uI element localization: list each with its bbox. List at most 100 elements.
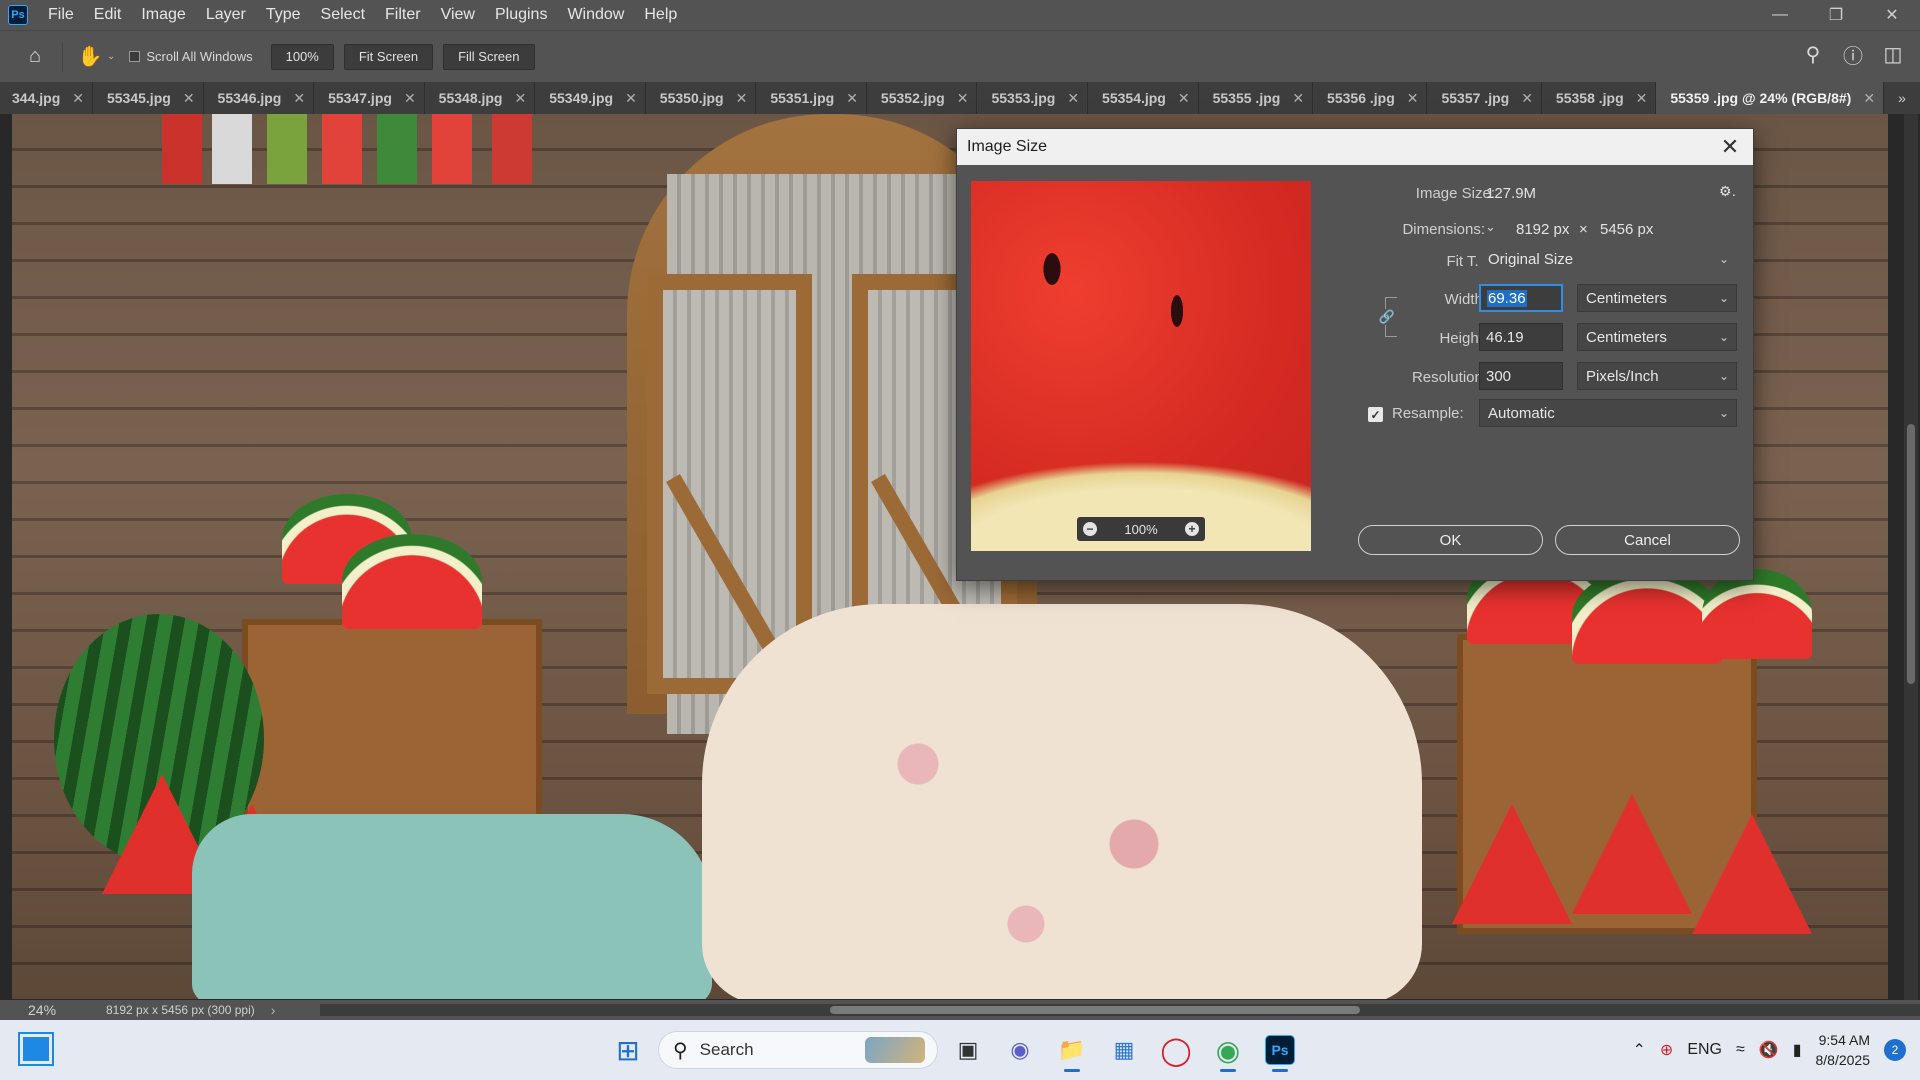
close-tab-icon[interactable]: ✕ [1636,90,1648,107]
close-icon[interactable]: ✕ [1864,0,1920,30]
zoom-100-button[interactable]: 100% [270,43,334,70]
scrollbar-thumb[interactable] [1907,424,1915,684]
volume-icon[interactable]: 🔇 [1759,1040,1779,1060]
task-view-icon[interactable]: ▣ [946,1028,990,1072]
language-indicator[interactable]: ENG [1687,1041,1722,1059]
store-icon[interactable]: ▦ [1102,1028,1146,1072]
vertical-scrollbar[interactable] [1904,114,1918,1000]
close-tab-icon[interactable]: ✕ [1521,90,1533,107]
close-tab-icon[interactable]: ✕ [515,90,527,107]
search-box[interactable]: ⚲ Search [658,1031,938,1069]
menu-layer[interactable]: Layer [196,6,256,24]
tab-document[interactable]: 55355 .jpg ✕ [1199,82,1314,114]
tab-document[interactable]: 55358 .jpg ✕ [1542,82,1657,114]
battery-icon[interactable]: ▮ [1793,1040,1802,1060]
close-tab-icon[interactable]: ✕ [1407,90,1419,107]
width-unit-select[interactable]: Centimeters ⌄ [1577,284,1737,312]
horizontal-scrollbar[interactable] [320,1004,1920,1016]
chevron-up-icon[interactable]: ⌃ [1633,1040,1646,1060]
fit-screen-button[interactable]: Fit Screen [343,43,434,70]
tab-document[interactable]: 344.jpg ✕ [0,82,93,114]
menu-file[interactable]: File [38,6,84,24]
close-tab-icon[interactable]: ✕ [183,90,195,107]
tab-document-active[interactable]: 55359 .jpg @ 24% (RGB/8#) ✕ [1656,82,1885,114]
resolution-input[interactable]: 300 [1479,362,1563,390]
restore-icon[interactable]: ❐ [1808,0,1864,30]
tab-document[interactable]: 55348.jpg ✕ [425,82,536,114]
file-explorer-icon[interactable]: 📁 [1050,1028,1094,1072]
zoom-out-icon[interactable]: − [1083,522,1097,536]
width-input[interactable]: 69.36 [1479,284,1563,312]
menu-select[interactable]: Select [311,6,375,24]
tab-document[interactable]: 55346.jpg ✕ [204,82,315,114]
photoshop-icon[interactable]: Ps [1258,1028,1302,1072]
menu-edit[interactable]: Edit [84,6,132,24]
resolution-unit-select[interactable]: Pixels/Inch ⌄ [1577,362,1737,390]
menu-filter[interactable]: Filter [375,6,431,24]
height-unit-select[interactable]: Centimeters ⌄ [1577,323,1737,351]
tab-document[interactable]: 55350.jpg ✕ [646,82,757,114]
height-input[interactable]: 46.19 [1479,323,1563,351]
status-menu-arrow[interactable]: › [271,1002,276,1018]
menu-image[interactable]: Image [131,6,195,24]
close-tab-icon[interactable]: ✕ [293,90,305,107]
fill-screen-button[interactable]: Fill Screen [443,43,535,70]
menu-window[interactable]: Window [557,6,634,24]
zoom-level[interactable]: 24% [0,1002,70,1018]
menu-help[interactable]: Help [634,6,687,24]
windows-start-icon[interactable]: ⊞ [606,1028,650,1072]
dialog-titlebar[interactable]: Image Size ✕ [957,129,1753,165]
close-tab-icon[interactable]: ✕ [404,90,416,107]
minimize-icon[interactable]: — [1752,0,1808,30]
tab-document[interactable]: 55357 .jpg ✕ [1427,82,1542,114]
scroll-all-windows-checkbox[interactable]: Scroll All Windows [129,49,253,64]
tab-document[interactable]: 55354.jpg ✕ [1088,82,1199,114]
tab-document[interactable]: 55347.jpg ✕ [314,82,425,114]
resample-checkbox[interactable]: ✓ [1368,407,1383,422]
image-preview[interactable]: − 100% + [971,181,1311,551]
vpn-icon[interactable]: ⊕ [1660,1040,1673,1060]
tab-document[interactable]: 55345.jpg ✕ [93,82,204,114]
fit-to-select[interactable]: Original Size ⌄ [1479,245,1737,273]
menu-view[interactable]: View [431,6,485,24]
tab-document[interactable]: 55353.jpg ✕ [977,82,1089,114]
chevron-down-icon[interactable]: ⌄ [107,51,115,62]
tab-document[interactable]: 55351.jpg ✕ [756,82,867,114]
widgets-icon[interactable] [18,1032,54,1066]
close-icon[interactable]: ✕ [1717,134,1743,160]
opera-icon[interactable]: ◯ [1154,1028,1198,1072]
close-tab-icon[interactable]: ✕ [1292,90,1304,107]
tab-document[interactable]: 55349.jpg ✕ [535,82,646,114]
checkbox-icon[interactable] [129,51,141,62]
resample-select[interactable]: Automatic ⌄ [1479,399,1737,427]
close-tab-icon[interactable]: ✕ [957,90,969,107]
clock[interactable]: 9:54 AM 8/8/2025 [1816,1030,1871,1070]
ok-button[interactable]: OK [1358,525,1543,555]
hand-tool-icon[interactable]: ✋ [73,40,107,74]
menu-plugins[interactable]: Plugins [485,6,557,24]
help-icon[interactable]: ⓘ [1840,41,1866,68]
close-tab-icon[interactable]: ✕ [1178,90,1190,107]
close-tab-icon[interactable]: ✕ [736,90,748,107]
notification-badge[interactable]: 2 [1884,1039,1906,1061]
wifi-icon[interactable]: ≈ [1736,1041,1745,1059]
chrome-icon[interactable]: ◉ [1206,1028,1250,1072]
link-icon[interactable]: 🔗 [1379,309,1395,325]
tab-document[interactable]: 55352.jpg ✕ [867,82,978,114]
search-icon[interactable]: ⚲ [1800,41,1826,67]
tab-document[interactable]: 55356 .jpg ✕ [1313,82,1428,114]
scrollbar-thumb[interactable] [830,1006,1360,1014]
teams-icon[interactable]: ◉ [998,1028,1042,1072]
tab-overflow-icon[interactable]: » [1884,82,1920,114]
zoom-in-icon[interactable]: + [1185,522,1199,536]
menu-type[interactable]: Type [256,6,311,24]
close-tab-icon[interactable]: ✕ [1067,90,1079,107]
close-tab-icon[interactable]: ✕ [846,90,858,107]
chevron-down-icon[interactable]: ⌄ [1485,219,1496,235]
close-tab-icon[interactable]: ✕ [72,90,84,107]
close-tab-icon[interactable]: ✕ [1863,90,1875,107]
home-icon[interactable]: ⌂ [18,40,52,74]
workspace-icon[interactable]: ◫ [1880,41,1906,67]
cancel-button[interactable]: Cancel [1555,525,1740,555]
close-tab-icon[interactable]: ✕ [625,90,637,107]
